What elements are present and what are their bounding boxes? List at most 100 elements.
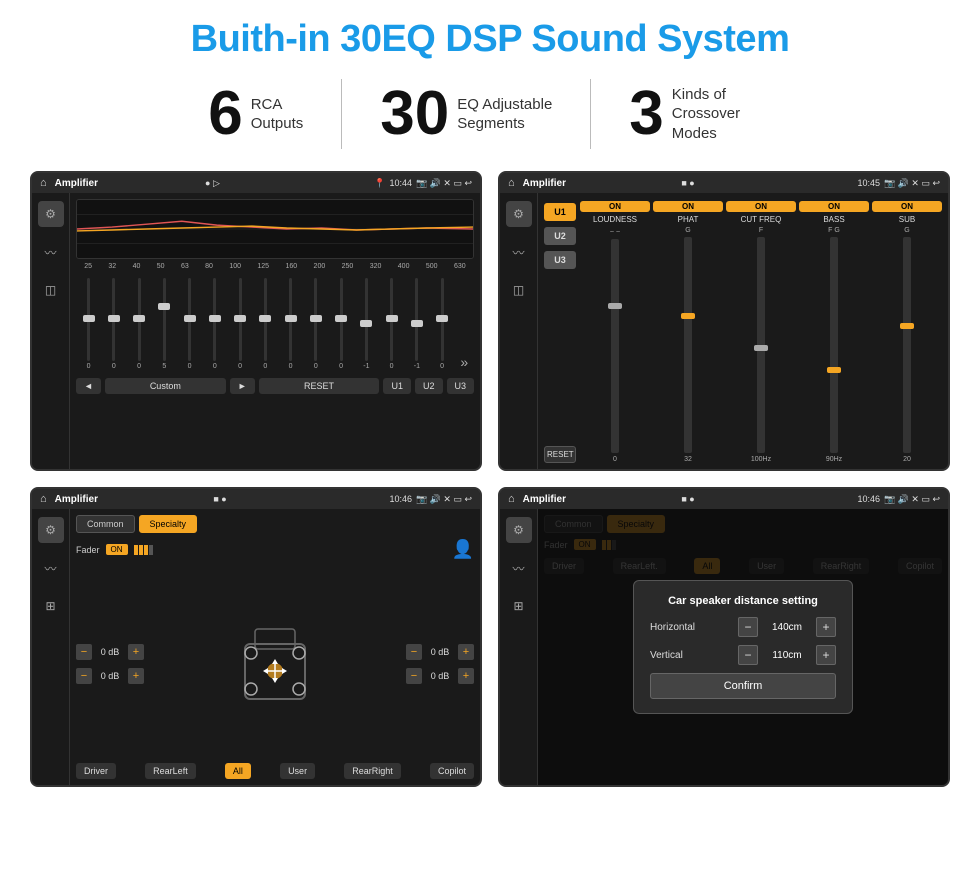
u1-preset[interactable]: U1 <box>544 203 576 221</box>
eq-slider-11[interactable]: 0 <box>334 278 348 370</box>
reset-button[interactable]: RESET <box>259 378 380 394</box>
fader-row: Fader ON 👤 <box>76 539 474 560</box>
eq-slider-14[interactable]: -1 <box>410 278 424 370</box>
vol-plus-rl[interactable]: + <box>128 668 144 684</box>
eq-slider-6[interactable]: 0 <box>208 278 222 370</box>
vol-minus-fl[interactable]: − <box>76 644 92 660</box>
vertical-plus[interactable]: + <box>816 645 836 665</box>
u1-button[interactable]: U1 <box>383 378 411 394</box>
eq-nav-icon-3[interactable]: ⚙ <box>38 517 64 543</box>
eq-slider-7[interactable]: 0 <box>233 278 247 370</box>
dialog-overlay: Car speaker distance setting Horizontal … <box>538 509 948 785</box>
horizontal-label: Horizontal <box>650 622 720 633</box>
custom-button[interactable]: Custom <box>105 378 226 394</box>
eq-slider-10[interactable]: 0 <box>309 278 323 370</box>
time-speaker: 10:46 <box>389 494 412 504</box>
status-icons-crossover: 📷 🔊 ✕ ▭ ↩ <box>884 178 940 189</box>
wave-nav-icon-2[interactable]: 〰 <box>506 239 532 265</box>
fader-label: Fader <box>76 545 100 555</box>
rearleft-button[interactable]: RearLeft <box>145 763 196 779</box>
crossover-screen: ⌂ Amplifier ■ ● 10:45 📷 🔊 ✕ ▭ ↩ ⚙ 〰 ◫ <box>498 171 950 471</box>
eq-nav-icon-4[interactable]: ⚙ <box>506 517 532 543</box>
status-bar-crossover: ⌂ Amplifier ■ ● 10:45 📷 🔊 ✕ ▭ ↩ <box>500 173 948 193</box>
rearright-button[interactable]: RearRight <box>344 763 401 779</box>
common-tab[interactable]: Common <box>76 515 135 533</box>
car-svg <box>235 609 315 719</box>
screen-content-eq: ⚙ 〰 ◫ <box>32 193 480 469</box>
eq-slider-12[interactable]: -1 <box>359 278 373 370</box>
wave-nav-icon-3[interactable]: 〰 <box>38 555 64 581</box>
person-icon[interactable]: 👤 <box>452 539 474 560</box>
user-button[interactable]: User <box>280 763 315 779</box>
u2-preset[interactable]: U2 <box>544 227 576 245</box>
reset-btn-crossover[interactable]: RESET <box>544 446 576 463</box>
status-icons-dialog: 📷 🔊 ✕ ▭ ↩ <box>884 494 940 505</box>
eq-slider-9[interactable]: 0 <box>284 278 298 370</box>
vol-minus-fr[interactable]: − <box>406 644 422 660</box>
vol-minus-rr[interactable]: − <box>406 668 422 684</box>
u3-button[interactable]: U3 <box>447 378 475 394</box>
volume-nav-icon-2[interactable]: ⊞ <box>506 593 532 619</box>
right-vol-group: − 0 dB + − 0 dB + <box>406 568 474 759</box>
expand-icon[interactable]: » <box>460 354 468 370</box>
horizontal-minus[interactable]: − <box>738 617 758 637</box>
speaker-tabs: Common Specialty <box>76 515 474 533</box>
driver-button[interactable]: Driver <box>76 763 116 779</box>
vol-val-rl: 0 dB <box>95 671 125 681</box>
horizontal-plus[interactable]: + <box>816 617 836 637</box>
vertical-row: Vertical − 110cm + <box>650 645 836 665</box>
u3-preset[interactable]: U3 <box>544 251 576 269</box>
loudness-on-btn[interactable]: ON <box>580 201 650 212</box>
phat-slider[interactable] <box>684 237 692 453</box>
phat-on-btn[interactable]: ON <box>653 201 723 212</box>
dot-icons-2: ■ ● <box>681 178 694 188</box>
fader-on-button[interactable]: ON <box>106 544 128 555</box>
speaker-nav-icon-2[interactable]: ◫ <box>506 277 532 303</box>
dot-icons-3: ■ ● <box>213 494 226 504</box>
eq-slider-13[interactable]: 0 <box>385 278 399 370</box>
wave-nav-icon[interactable]: 〰 <box>38 239 64 265</box>
eq-slider-3[interactable]: 0 <box>132 278 146 370</box>
fader-bar-2 <box>139 545 143 555</box>
play-button[interactable]: ► <box>230 378 255 394</box>
eq-slider-8[interactable]: 0 <box>258 278 272 370</box>
eq-slider-2[interactable]: 0 <box>107 278 121 370</box>
cutfreq-on-btn[interactable]: ON <box>726 201 796 212</box>
bass-slider[interactable] <box>830 237 838 453</box>
home-icon-4: ⌂ <box>508 493 515 505</box>
eq-graph <box>76 199 474 259</box>
cutfreq-slider[interactable] <box>757 237 765 453</box>
side-nav-crossover: ⚙ 〰 ◫ <box>500 193 538 469</box>
sub-slider[interactable] <box>903 237 911 453</box>
u2-button[interactable]: U2 <box>415 378 443 394</box>
eq-slider-1[interactable]: 0 <box>82 278 96 370</box>
vol-plus-fl[interactable]: + <box>128 644 144 660</box>
confirm-button[interactable]: Confirm <box>650 673 836 699</box>
copilot-button[interactable]: Copilot <box>430 763 474 779</box>
eq-slider-5[interactable]: 0 <box>183 278 197 370</box>
prev-button[interactable]: ◄ <box>76 378 101 394</box>
vol-plus-rr[interactable]: + <box>458 668 474 684</box>
sub-on-btn[interactable]: ON <box>872 201 942 212</box>
vertical-minus[interactable]: − <box>738 645 758 665</box>
speaker-nav-icon[interactable]: ◫ <box>38 277 64 303</box>
preset-buttons: U1 U2 U3 RESET <box>544 199 576 463</box>
vol-minus-rl[interactable]: − <box>76 668 92 684</box>
eq-controls: ◄ Custom ► RESET U1 U2 U3 <box>76 378 474 394</box>
eq-slider-15[interactable]: 0 <box>435 278 449 370</box>
loudness-slider[interactable] <box>611 239 619 453</box>
wave-nav-icon-4[interactable]: 〰 <box>506 555 532 581</box>
horizontal-row: Horizontal − 140cm + <box>650 617 836 637</box>
car-diagram <box>148 568 402 759</box>
vol-plus-fr[interactable]: + <box>458 644 474 660</box>
eq-nav-icon[interactable]: ⚙ <box>38 201 64 227</box>
eq-nav-icon-2[interactable]: ⚙ <box>506 201 532 227</box>
side-nav-speaker: ⚙ 〰 ⊞ <box>32 509 70 785</box>
eq-slider-4[interactable]: 5 <box>157 278 171 370</box>
specialty-tab[interactable]: Specialty <box>139 515 198 533</box>
all-button[interactable]: All <box>225 763 251 779</box>
bass-on-btn[interactable]: ON <box>799 201 869 212</box>
eq-screen: ⌂ Amplifier ● ▷ 📍 10:44 📷 🔊 ✕ ▭ ↩ ⚙ 〰 ◫ <box>30 171 482 471</box>
status-bar-eq: ⌂ Amplifier ● ▷ 📍 10:44 📷 🔊 ✕ ▭ ↩ <box>32 173 480 193</box>
volume-nav-icon[interactable]: ⊞ <box>38 593 64 619</box>
